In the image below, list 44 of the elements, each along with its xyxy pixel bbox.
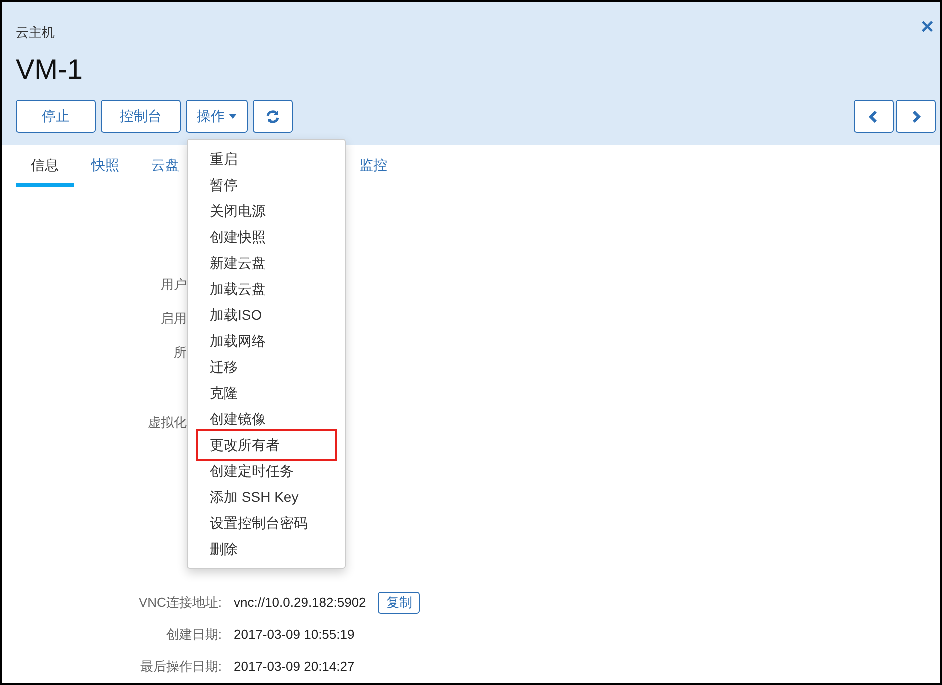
- previous-button[interactable]: [854, 100, 894, 133]
- menu-item[interactable]: 设置控制台密码: [196, 510, 337, 536]
- menu-item[interactable]: 暂停: [196, 172, 337, 198]
- dropdown-button[interactable]: 操作: [186, 100, 248, 133]
- tab[interactable]: 监控: [359, 155, 388, 187]
- tab[interactable]: 信息: [16, 155, 74, 187]
- copy-button[interactable]: 复制: [378, 592, 420, 614]
- menu-item[interactable]: 迁移: [196, 354, 337, 380]
- menu-item[interactable]: 删除: [196, 536, 337, 562]
- field-label: 用户: [161, 276, 187, 294]
- field-value: 2017-03-09 20:14:27: [234, 658, 355, 676]
- refresh-button[interactable]: [253, 100, 293, 133]
- refresh-icon: [266, 110, 280, 124]
- field-label: VNC连接地址:: [138, 594, 222, 612]
- menu-item[interactable]: 更改所有者: [196, 429, 337, 461]
- field-label: 启用: [161, 310, 187, 328]
- menu-item[interactable]: 克隆: [196, 380, 337, 406]
- menu-item[interactable]: 创建镜像: [196, 406, 337, 432]
- toolbar-button[interactable]: 停止: [16, 100, 96, 133]
- toolbar-button[interactable]: 控制台: [101, 100, 181, 133]
- menu-item[interactable]: 添加 SSH Key: [196, 484, 337, 510]
- field-label: 虚拟化: [148, 414, 187, 432]
- close-button[interactable]: ×: [921, 16, 934, 38]
- menu-item[interactable]: 重启: [196, 146, 337, 172]
- page-title: VM-1: [16, 53, 83, 87]
- field-value: vnc://10.0.29.182:5902: [234, 594, 366, 612]
- menu-item[interactable]: 加载云盘: [196, 276, 337, 302]
- field-label: 所: [174, 344, 187, 362]
- next-button[interactable]: [896, 100, 936, 133]
- page-subtitle: 云主机: [16, 24, 55, 42]
- menu-item[interactable]: 加载网络: [196, 328, 337, 354]
- menu-item[interactable]: 新建云盘: [196, 250, 337, 276]
- tab[interactable]: 快照: [91, 155, 120, 187]
- chevron-left-icon: [869, 110, 879, 122]
- field-label: 创建日期:: [166, 626, 222, 644]
- field-label: 最后操作日期:: [140, 658, 222, 676]
- field-value: 2017-03-09 10:55:19: [234, 626, 355, 644]
- menu-item[interactable]: 创建快照: [196, 224, 337, 250]
- menu-item[interactable]: 加载ISO: [196, 302, 337, 328]
- chevron-right-icon: [911, 110, 921, 122]
- menu-item[interactable]: 创建定时任务: [196, 458, 337, 484]
- caret-icon: [229, 114, 237, 119]
- tab[interactable]: 云盘: [151, 155, 180, 187]
- menu-item[interactable]: 关闭电源: [196, 198, 337, 224]
